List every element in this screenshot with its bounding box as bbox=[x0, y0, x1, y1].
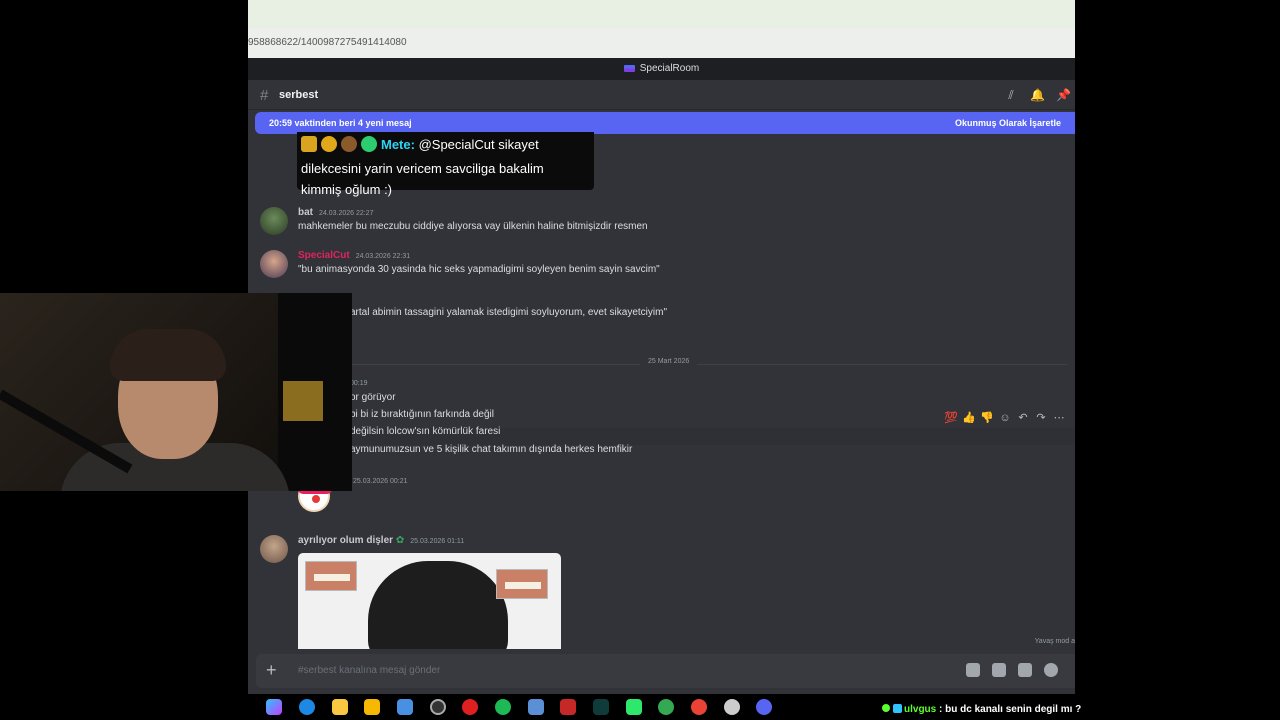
channel-name: serbest bbox=[279, 89, 319, 101]
message-author[interactable]: ayrılıyor olum dişler ✿ 25.03.2026 01:11 bbox=[298, 535, 464, 546]
spotify-icon[interactable] bbox=[495, 699, 511, 715]
browser-toolbar bbox=[248, 0, 1075, 28]
obs-icon[interactable] bbox=[430, 699, 446, 715]
image-attachment[interactable] bbox=[298, 553, 561, 649]
app-icon[interactable] bbox=[593, 699, 609, 715]
teeth-thumbnail bbox=[496, 569, 548, 599]
message-line: değilsin lolcow'sın kömürlük faresi bbox=[350, 426, 501, 437]
mail-icon[interactable] bbox=[397, 699, 413, 715]
emoji-icon[interactable] bbox=[1044, 663, 1058, 677]
app-icon[interactable] bbox=[724, 699, 740, 715]
slow-mode-indicator: Yavaş mod a bbox=[1034, 638, 1075, 645]
message-list[interactable]: 20:59 vaktinden beri 4 yeni mesaj Okunmu… bbox=[248, 110, 1075, 654]
sticker-icon[interactable] bbox=[1018, 663, 1032, 677]
badge-icon: ✿ bbox=[395, 535, 405, 546]
mark-as-read-button[interactable]: Okunmuş Olarak İşaretle bbox=[955, 118, 1061, 128]
message-line: aymunumuzsun ve 5 kişilik chat takımın d… bbox=[350, 444, 633, 455]
message-line: or görüyor bbox=[350, 392, 396, 403]
app-icon[interactable] bbox=[626, 699, 642, 715]
medal-icon bbox=[321, 136, 337, 152]
status-dot-icon bbox=[882, 704, 890, 712]
app-icon[interactable] bbox=[560, 699, 576, 715]
message-author[interactable]: SpecialCut 24.03.2026 22:31 bbox=[298, 250, 410, 261]
message-timestamp: 25.03.2026 00:21 bbox=[353, 478, 408, 485]
date-divider-label: 25 Mart 2026 bbox=[640, 358, 698, 365]
gift-icon[interactable] bbox=[966, 663, 980, 677]
message-input[interactable]: #serbest kanalına mesaj gönder bbox=[298, 665, 440, 676]
trophy-icon bbox=[341, 136, 357, 152]
window-title: SpecialRoom bbox=[639, 63, 700, 74]
taskbar bbox=[248, 694, 875, 720]
reply-icon[interactable]: ↶ bbox=[1014, 409, 1032, 427]
teeth-thumbnail bbox=[305, 561, 357, 591]
quoted-image-embed[interactable]: Mete: @SpecialCut sikayet dilekcesini ya… bbox=[297, 132, 594, 197]
thumbs-up-icon[interactable]: 👍 bbox=[960, 409, 978, 427]
screen: 958868622/1400987275491414080 SpecialRoo… bbox=[0, 0, 1280, 720]
message-text-continued: artal abimin tassagini yalamak istedigim… bbox=[350, 307, 667, 318]
pin-icon[interactable]: 📌 bbox=[1056, 88, 1071, 102]
avatar[interactable] bbox=[260, 207, 288, 235]
more-icon[interactable]: ⋯ bbox=[1050, 409, 1068, 427]
embed-line2: dilekcesini yarin vericem savciliga baka… bbox=[301, 161, 544, 176]
message-actions-toolbar: 💯 👍 👎 ☺ ↶ ↷ ⋯ bbox=[942, 408, 1072, 430]
embed-line3: kimmiş oğlum :) bbox=[301, 182, 393, 197]
new-messages-label: 20:59 vaktinden beri 4 yeni mesaj bbox=[269, 118, 412, 128]
100-emoji-icon[interactable]: 💯 bbox=[942, 409, 960, 427]
chrome-icon[interactable] bbox=[691, 699, 707, 715]
channel-header: # serbest ⫽ 🔔 📌 bbox=[248, 80, 1075, 110]
verified-icon bbox=[361, 136, 377, 152]
embed-line1: @SpecialCut sikayet bbox=[418, 137, 539, 152]
hair-shape bbox=[368, 561, 508, 649]
add-reaction-icon[interactable]: ☺ bbox=[996, 409, 1014, 427]
app-icon[interactable] bbox=[528, 699, 544, 715]
badge-icon bbox=[893, 704, 902, 713]
message-text: "bu animasyonda 30 yasinda hic seks yapm… bbox=[298, 264, 660, 275]
discord-icon[interactable] bbox=[756, 699, 772, 715]
hash-icon: # bbox=[260, 87, 269, 104]
message-line: bi bi iz bıraktığının farkında değil bbox=[350, 409, 494, 420]
edge-icon[interactable] bbox=[299, 699, 315, 715]
embed-author: Mete: bbox=[381, 137, 415, 152]
message-author[interactable]: bat 24.03.2026 22:27 bbox=[298, 207, 374, 218]
chrome-icon[interactable] bbox=[658, 699, 674, 715]
window-titlebar: SpecialRoom bbox=[248, 58, 1075, 80]
composer-box[interactable]: + #serbest kanalına mesaj gönder bbox=[256, 654, 1075, 688]
message-composer: + #serbest kanalına mesaj gönder bbox=[248, 654, 1075, 694]
crown-icon bbox=[301, 136, 317, 152]
copilot-icon[interactable] bbox=[266, 699, 282, 715]
threads-icon[interactable]: ⫽ bbox=[1004, 88, 1018, 102]
avatar[interactable] bbox=[260, 535, 288, 563]
message-timestamp: 00:19 bbox=[350, 380, 368, 387]
message-text: mahkemeler bu meczubu ciddiye alıyorsa v… bbox=[298, 221, 648, 232]
thumbs-down-icon[interactable]: 👎 bbox=[978, 409, 996, 427]
chat-user: ulvgus bbox=[904, 704, 937, 715]
server-flag-icon bbox=[623, 65, 635, 72]
gif-icon[interactable] bbox=[992, 663, 1006, 677]
opera-icon[interactable] bbox=[462, 699, 478, 715]
forward-icon[interactable]: ↷ bbox=[1032, 409, 1050, 427]
new-messages-bar[interactable]: 20:59 vaktinden beri 4 yeni mesaj Okunmu… bbox=[255, 112, 1075, 134]
bell-icon[interactable]: 🔔 bbox=[1030, 88, 1045, 102]
folder-icon[interactable] bbox=[332, 699, 348, 715]
avatar[interactable] bbox=[260, 250, 288, 278]
chat-text: : bu dc kanalı senin degil mı ? bbox=[939, 704, 1082, 715]
discord-window: SpecialRoom # serbest ⫽ 🔔 📌 20:59 vaktin… bbox=[248, 58, 1075, 694]
badges bbox=[301, 136, 381, 158]
plus-icon[interactable]: + bbox=[266, 660, 277, 681]
store-icon[interactable] bbox=[364, 699, 380, 715]
address-bar[interactable]: 958868622/1400987275491414080 bbox=[248, 28, 1075, 58]
url-text: 958868622/1400987275491414080 bbox=[248, 37, 407, 48]
stream-chat-message: ulvgus : bu dc kanalı senin degil mı ? bbox=[882, 704, 1081, 715]
webcam-overlay bbox=[0, 293, 352, 491]
